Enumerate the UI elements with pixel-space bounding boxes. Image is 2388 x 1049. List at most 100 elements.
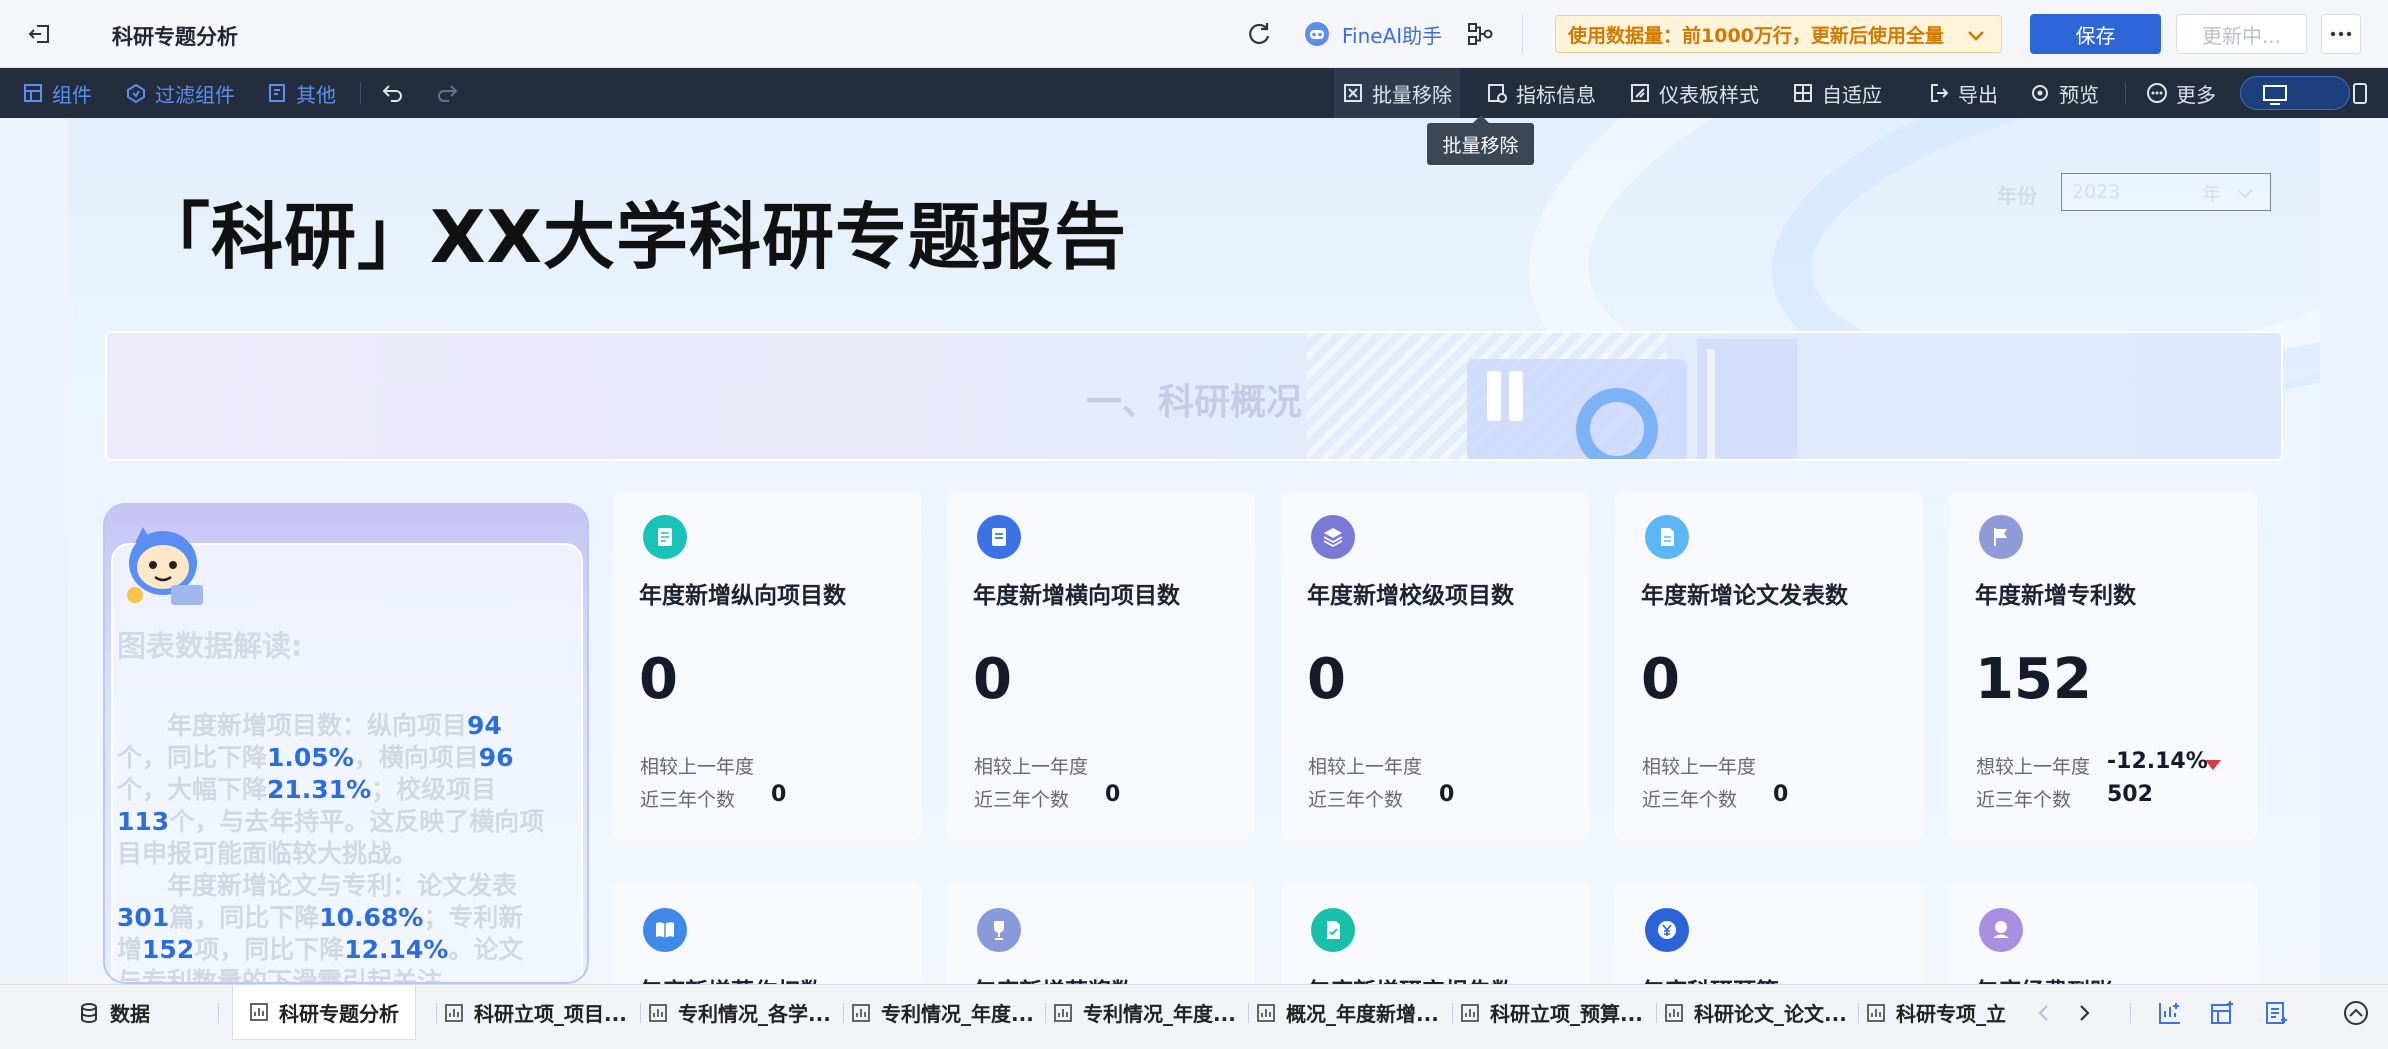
preview-button[interactable]: 预览 (2029, 68, 2099, 118)
book-icon (656, 922, 674, 938)
interpretation-number: 301 (117, 903, 170, 932)
kpi-icon-badge (977, 908, 1021, 952)
filter-component-icon (127, 83, 145, 104)
kpi-card[interactable]: 年度新增校级项目数 0 相较上一年度 近三年个数 0 (1281, 492, 1589, 840)
report-icon (1327, 921, 1340, 939)
add-dashboard-icon[interactable] (2156, 999, 2184, 1027)
year-value: 2023 (2072, 181, 2121, 203)
add-report-icon[interactable] (2262, 999, 2290, 1027)
sheet-tab[interactable]: 科研立项_项目... (444, 985, 627, 1040)
kpi-icon-badge (977, 515, 1021, 559)
update-button[interactable]: 更新中... (2176, 14, 2307, 54)
kpi-card[interactable]: 年度科研预算 (1615, 882, 1923, 984)
other-menu[interactable]: 其他 (266, 68, 336, 118)
kpi-card[interactable]: 年度新增论文发表数 0 相较上一年度 近三年个数 0 (1615, 492, 1923, 840)
add-component-icon[interactable] (2208, 999, 2236, 1027)
data-tab-label: 数据 (110, 1002, 150, 1026)
interpretation-number: 1.05% (267, 743, 354, 772)
kpi-title: 年度新增横向项目数 (973, 583, 1180, 609)
kpi-three-year-value: 0 (1773, 782, 1789, 807)
dashboard-style-button[interactable]: 仪表板样式 (1629, 68, 1759, 118)
dashboard-title: 「科研」XX大学科研专题报告 (138, 195, 1128, 279)
kpi-card[interactable]: 年度新增专利数 152 想较上一年度 -12.14% 近三年个数 502 (1949, 492, 2257, 840)
interpretation-paragraph-projects: 年度新增项目数：纵向项目94 个，同比下降1.05%，横向项目96 个，大幅下降21… (117, 710, 547, 870)
sheet-tab[interactable]: 科研专项_立 (1866, 985, 2006, 1040)
kpi-card[interactable]: 年度新增横向项目数 0 相较上一年度 近三年个数 0 (947, 492, 1255, 840)
sheet-tab-label: 专利情况_年度... (1083, 1002, 1236, 1026)
ai-assistant-label: FineAI助手 (1342, 23, 1443, 48)
document-list-icon (992, 528, 1006, 546)
kpi-title: 年度新增论文发表数 (1641, 583, 1848, 609)
dashboard-canvas: 「科研」XX大学科研专题报告 年份 2023 年 一、科研概况 图表数据解读: … (0, 118, 2388, 984)
exit-icon[interactable] (26, 20, 54, 48)
sheet-divider (436, 1003, 437, 1023)
kpi-card[interactable]: 年度新增研究报告数 (1281, 882, 1589, 984)
data-tab[interactable]: 数据 (78, 985, 150, 1040)
data-usage-notice[interactable]: 使用数据量：前1000万行，更新后使用全量 (1555, 15, 2002, 53)
data-interpretation-card[interactable]: 图表数据解读: 年度新增项目数：纵向项目94 个，同比下降1.05%，横向项目96… (103, 503, 589, 984)
undo-button[interactable] (380, 68, 406, 118)
interpretation-text: ：论文发表 (392, 871, 518, 900)
sheet-tab[interactable]: 专利情况_年度... (851, 985, 1034, 1040)
sheet-tab[interactable]: 科研论文_论文... (1664, 985, 1847, 1040)
kpi-three-year-label: 近三年个数 (1976, 789, 2072, 811)
indicator-info-button[interactable]: 指标信息 (1486, 68, 1596, 118)
collapse-up-icon[interactable] (2342, 999, 2370, 1027)
export-button[interactable]: 导出 (1928, 68, 1998, 118)
sheet-divider (1452, 1003, 1453, 1023)
indicator-info-label: 指标信息 (1516, 82, 1596, 107)
yuan-icon (1658, 921, 1676, 939)
kpi-value: 0 (639, 647, 678, 712)
refresh-icon[interactable] (1244, 19, 1274, 49)
kpi-three-year-value: 502 (2107, 782, 2153, 807)
kpi-compare-label: 相较上一年度 (1308, 756, 1423, 778)
indicator-info-icon (1488, 84, 1507, 103)
chevron-left-icon[interactable] (2030, 999, 2058, 1027)
redo-button[interactable] (434, 68, 460, 118)
sheet-tab[interactable]: 专利情况_年度... (1053, 985, 1236, 1040)
interpretation-number: 21.31% (267, 775, 372, 804)
interpretation-number: 12.14% (344, 935, 449, 964)
kpi-icon-badge (1311, 515, 1355, 559)
save-button[interactable]: 保存 (2030, 14, 2161, 54)
more-button[interactable]: 更多 (2146, 68, 2216, 118)
kpi-three-year-label: 近三年个数 (974, 789, 1070, 811)
lineage-icon[interactable] (1466, 20, 1494, 48)
sheet-tab[interactable]: 专利情况_各学... (648, 985, 831, 1040)
kpi-card[interactable]: 年度新增著作权数 (613, 882, 921, 984)
layers-icon (1323, 528, 1343, 548)
filter-component-menu[interactable]: 过滤组件 (125, 68, 235, 118)
kpi-card[interactable]: 年度新增纵向项目数 0 相较上一年度 近三年个数 0 (613, 492, 921, 840)
adaptive-button[interactable]: 自适应 (1792, 68, 1882, 118)
section-banner[interactable]: 一、科研概况 (105, 331, 2283, 461)
ellipsis-icon (2330, 31, 2352, 37)
top-bar: 科研专题分析 FineAI助手 使用数据量：前1000万行，更新后使用全量 保存… (0, 0, 2388, 68)
sheet-tab-label: 科研专项_立 (1896, 1002, 2006, 1026)
dashboard-sheet-icon (1054, 1003, 1072, 1022)
more-options-button[interactable] (2321, 14, 2361, 54)
mobile-view-toggle[interactable] (2321, 76, 2381, 110)
chevron-right-icon[interactable] (2070, 999, 2098, 1027)
fineai-assistant-button[interactable]: FineAI助手 (1302, 18, 1442, 50)
year-filter-label: 年份 (1997, 184, 2037, 208)
interpretation-number: 94 (467, 711, 502, 740)
adaptive-label: 自适应 (1822, 82, 1882, 107)
sheet-tab[interactable]: 科研立项_预算... (1460, 985, 1643, 1040)
trophy-icon (994, 921, 1004, 940)
preview-label: 预览 (2059, 82, 2099, 107)
batch-remove-button[interactable]: 批量移除 (1334, 68, 1460, 118)
interpretation-text: 项，同比下降 (194, 935, 345, 964)
dashboard-sheet-icon (1867, 1003, 1885, 1022)
sheet-tab[interactable]: 概况_年度新增... (1256, 985, 1439, 1040)
year-filter-select[interactable]: 2023 年 (2061, 173, 2271, 211)
component-menu[interactable]: 组件 (22, 68, 92, 118)
kpi-icon-badge (1645, 515, 1689, 559)
more-icon (2147, 83, 2167, 103)
sheet-tab-active[interactable]: 科研专题分析 (232, 985, 416, 1040)
interpretation-text: ；校级项目 (371, 775, 497, 804)
dashboard-style-icon (1631, 84, 1649, 102)
undo-icon (382, 85, 402, 102)
kpi-card[interactable]: 年度经费到账 (1949, 882, 2257, 984)
kpi-card[interactable]: 年度新增获奖数 (947, 882, 1255, 984)
kpi-title: 年度科研预算 (1641, 972, 1779, 984)
